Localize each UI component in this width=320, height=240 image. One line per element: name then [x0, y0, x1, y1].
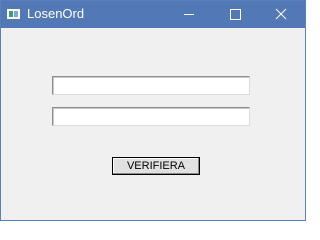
- app-window: LosenOrd VERIFIERA: [0, 0, 306, 221]
- text-field-2[interactable]: [52, 107, 250, 126]
- text-field-1[interactable]: [52, 76, 250, 95]
- close-button[interactable]: [258, 1, 304, 28]
- window-title: LosenOrd: [27, 6, 85, 21]
- maximize-button[interactable]: [212, 1, 258, 28]
- minimize-icon: [184, 14, 194, 15]
- verify-button[interactable]: VERIFIERA: [112, 157, 200, 175]
- title-bar[interactable]: LosenOrd: [1, 1, 305, 28]
- app-window-icon: [7, 9, 20, 19]
- maximize-icon: [230, 9, 241, 20]
- minimize-button[interactable]: [166, 1, 212, 28]
- close-icon: [275, 8, 287, 20]
